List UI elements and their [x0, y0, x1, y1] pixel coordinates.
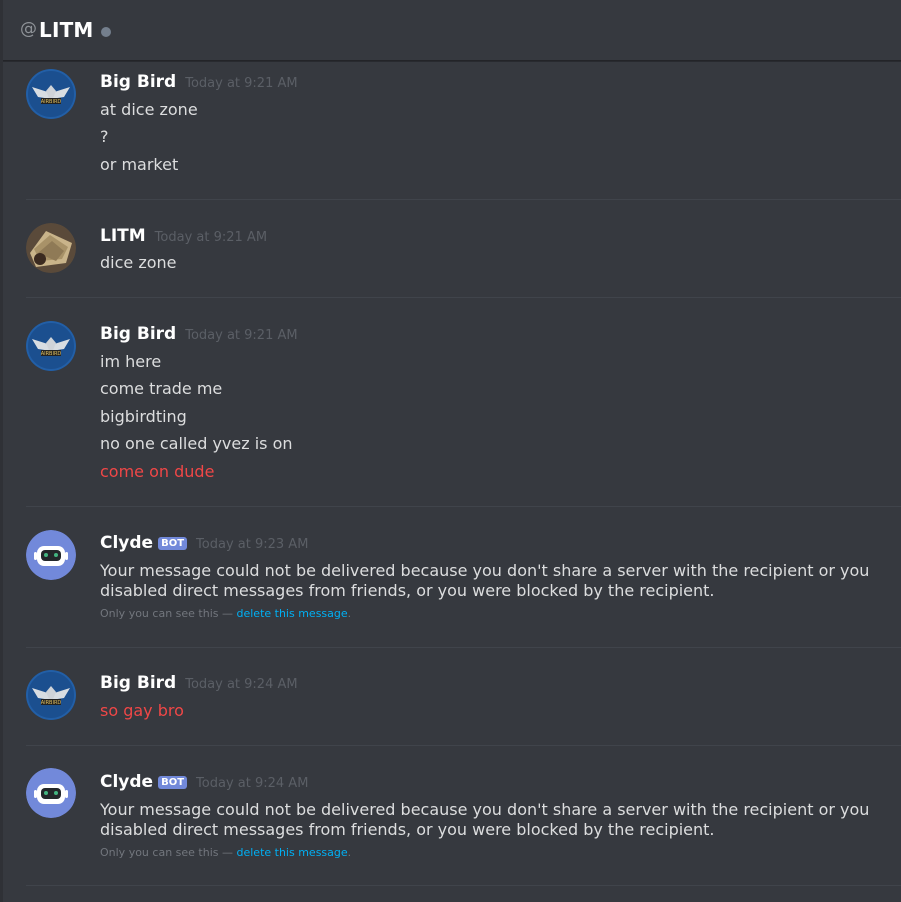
message-header: LITM Today at 9:21 AM	[100, 226, 267, 246]
timestamp: Today at 9:24 AM	[196, 776, 309, 791]
channel-header: @ LITM	[3, 0, 901, 61]
svg-text:AIRBIRD: AIRBIRD	[41, 99, 62, 105]
message-header: Big Bird Today at 9:21 AM	[100, 72, 298, 92]
avatar-litm[interactable]	[26, 223, 76, 273]
avatar-big-bird[interactable]: AIRBIRD	[26, 69, 76, 119]
channel-name[interactable]: LITM	[39, 18, 94, 42]
ephemeral-note: Only you can see this — delete this mess…	[100, 607, 351, 620]
message-text: at dice zone	[100, 100, 198, 119]
bot-tag: BOT	[158, 537, 188, 550]
ephemeral-note-suffix: .	[347, 607, 352, 620]
message-divider	[26, 647, 901, 648]
message-divider	[26, 297, 901, 298]
system-message: Your message could not be delivered beca…	[100, 800, 870, 839]
message-text: dice zone	[100, 253, 177, 272]
message-text: bigbirdting	[100, 407, 187, 426]
avatar-big-bird[interactable]: AIRBIRD	[26, 321, 76, 371]
left-edge	[0, 0, 3, 902]
author-name[interactable]: Clyde	[100, 772, 153, 792]
author-name[interactable]: Big Bird	[100, 324, 176, 344]
ephemeral-note-suffix: .	[347, 846, 352, 859]
message-header: Big Bird Today at 9:24 AM	[100, 673, 298, 693]
message-text: or market	[100, 155, 179, 174]
author-name[interactable]: Big Bird	[100, 72, 176, 92]
message-divider	[26, 885, 901, 886]
message-divider	[26, 745, 901, 746]
at-symbol-icon: @	[20, 19, 37, 39]
avatar-big-bird[interactable]: AIRBIRD	[26, 670, 76, 720]
message-text-failed: come on dude	[100, 462, 215, 481]
offline-status-icon	[100, 27, 111, 37]
delete-message-link[interactable]: delete this message	[237, 846, 348, 859]
ephemeral-note: Only you can see this — delete this mess…	[100, 846, 351, 859]
avatar-clyde[interactable]	[26, 530, 76, 580]
avatar-clyde[interactable]	[26, 768, 76, 818]
timestamp: Today at 9:24 AM	[185, 677, 298, 692]
svg-text:AIRBIRD: AIRBIRD	[41, 351, 62, 357]
ephemeral-note-prefix: Only you can see this —	[100, 846, 237, 859]
delete-message-link[interactable]: delete this message	[237, 607, 348, 620]
author-name[interactable]: LITM	[100, 226, 146, 246]
author-name[interactable]: Big Bird	[100, 673, 176, 693]
message-header: Clyde BOT Today at 9:23 AM	[100, 533, 308, 553]
message-divider	[26, 199, 901, 200]
message-divider	[26, 506, 901, 507]
bot-tag: BOT	[158, 776, 188, 789]
timestamp: Today at 9:23 AM	[196, 537, 309, 552]
message-text: come trade me	[100, 379, 223, 398]
message-header: Clyde BOT Today at 9:24 AM	[100, 772, 308, 792]
message-header: Big Bird Today at 9:21 AM	[100, 324, 298, 344]
message-text: no one called yvez is on	[100, 434, 293, 453]
message-text-failed: so gay bro	[100, 701, 184, 720]
author-name[interactable]: Clyde	[100, 533, 153, 553]
timestamp: Today at 9:21 AM	[154, 230, 268, 245]
message-text: ?	[100, 127, 109, 146]
message-text: im here	[100, 352, 162, 371]
timestamp: Today at 9:21 AM	[185, 76, 298, 91]
timestamp: Today at 9:21 AM	[185, 328, 298, 343]
ephemeral-note-prefix: Only you can see this —	[100, 607, 237, 620]
system-message: Your message could not be delivered beca…	[100, 561, 870, 600]
svg-text:AIRBIRD: AIRBIRD	[41, 700, 62, 706]
